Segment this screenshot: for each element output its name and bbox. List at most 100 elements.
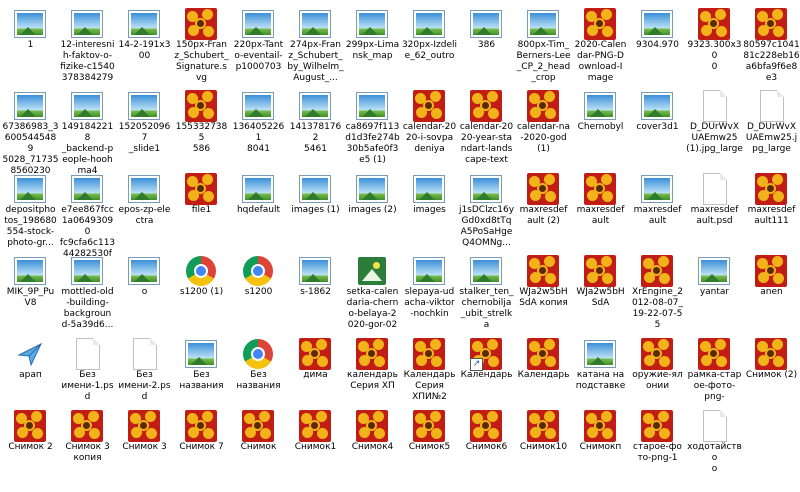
desktop-icon-label: ca8697f113 d1d3fe274b 30b5afe0f3 e5 (1) bbox=[345, 122, 400, 165]
desktop-icon[interactable]: calendar-na -2020-god (1) bbox=[515, 82, 572, 172]
desktop-icon[interactable]: maxresdef ault111 bbox=[743, 165, 800, 255]
desktop-icon[interactable]: 220px-Tant o-eventail- p1000703 bbox=[230, 0, 287, 90]
photo-icon bbox=[356, 173, 388, 205]
photo-icon bbox=[128, 8, 160, 40]
photo-icon bbox=[71, 8, 103, 40]
desktop-icon-label: s1200 bbox=[244, 287, 273, 297]
desktop-icon[interactable]: старое-фо то-png-1 bbox=[629, 402, 686, 492]
desktop-icon[interactable]: mottled-old -building- backgroun d-5a39d… bbox=[59, 247, 116, 337]
photo-icon bbox=[413, 255, 445, 287]
chrome-icon bbox=[242, 338, 274, 370]
flower-icon bbox=[584, 8, 616, 40]
desktop-icon[interactable]: Снимок 2 bbox=[2, 402, 59, 492]
desktop-icon-label: D_DUrWvX UAEmw25.j pg_large bbox=[745, 122, 798, 154]
desktop-icon[interactable]: 1413781762 5461 bbox=[287, 82, 344, 172]
desktop-icon[interactable]: o bbox=[116, 247, 173, 337]
desktop-icon[interactable]: file1 bbox=[173, 165, 230, 255]
desktop-icon[interactable]: slepaya-ud acha-viktor -nochkin bbox=[401, 247, 458, 337]
desktop-icon[interactable]: 320px-Izdeli e_62_outro bbox=[401, 0, 458, 90]
desktop-icon[interactable]: Снимок1 bbox=[287, 402, 344, 492]
desktop-icon[interactable]: 14-2-191x3 00 bbox=[116, 0, 173, 90]
desktop-icon[interactable]: images bbox=[401, 165, 458, 255]
desktop-icon[interactable]: Снимок 7 bbox=[173, 402, 230, 492]
desktop-icon[interactable]: ходотайство о bbox=[686, 402, 743, 492]
desktop-icon-label: 80597c1041 81c228eb16 a6bfa9f6e8 e3 bbox=[743, 40, 800, 83]
desktop-icon[interactable]: XrEngine_2 012-08-07_ 19-22-07-5 5 bbox=[629, 247, 686, 337]
desktop-icon[interactable]: maxresdef ault (2) bbox=[515, 165, 572, 255]
desktop-icon[interactable]: calendar-20 20-i-sovpa deniya bbox=[401, 82, 458, 172]
doc-icon bbox=[698, 90, 730, 122]
desktop-icon[interactable]: s-1862 bbox=[287, 247, 344, 337]
desktop-icon[interactable]: Снимок bbox=[230, 402, 287, 492]
desktop-icon[interactable]: images (1) bbox=[287, 165, 344, 255]
desktop-icon[interactable]: images (2) bbox=[344, 165, 401, 255]
desktop-icon[interactable]: 1553327385 586 bbox=[173, 82, 230, 172]
flower-icon bbox=[584, 255, 616, 287]
desktop-icon[interactable]: setka-calen daria-chern o-belaya-2 020-g… bbox=[344, 247, 401, 337]
desktop-icon[interactable]: 1491842218 _backend-p eople-hooh ma4 bbox=[59, 82, 116, 176]
desktop-icon[interactable]: maxresdef ault bbox=[572, 165, 629, 255]
desktop-icon[interactable]: e7ee867fcc 1a06493090 fc9cfa6c113 442825… bbox=[59, 165, 116, 259]
flower-icon bbox=[413, 410, 445, 442]
photo-icon bbox=[356, 8, 388, 40]
desktop-icon[interactable]: hqdefault bbox=[230, 165, 287, 255]
desktop-icon[interactable]: j1sDClzc16y Gd0xd8tTq A5PoSaHge Q4OMNg..… bbox=[458, 165, 515, 255]
desktop-icon[interactable]: 1 bbox=[2, 0, 59, 90]
desktop-icon[interactable]: Снимок (2) bbox=[743, 330, 800, 420]
desktop-icon[interactable]: anen bbox=[743, 247, 800, 337]
desktop-icon[interactable]: Снимок 3 bbox=[116, 402, 173, 492]
desktop-icon[interactable]: maxresdef ault.psd bbox=[686, 165, 743, 255]
desktop-icon[interactable]: Снимок5 bbox=[401, 402, 458, 492]
desktop-icon-label: 1413781762 5461 bbox=[289, 122, 342, 154]
desktop-icon[interactable]: D_DUrWvX UAEmw25 (1).jpg_large bbox=[686, 82, 743, 172]
desktop-icon-label: 320px-Izdeli e_62_outro bbox=[401, 40, 458, 61]
desktop-icon[interactable]: D_DUrWvX UAEmw25.j pg_large bbox=[743, 82, 800, 172]
desktop-icon[interactable]: 2020-Calen dar-PNG-D ownload-I mage bbox=[572, 0, 629, 90]
desktop-icon[interactable]: 9323.300x30 0 bbox=[686, 0, 743, 90]
desktop-icon[interactable]: s1200 bbox=[230, 247, 287, 337]
desktop-icon-label: Снимок10 bbox=[519, 442, 568, 452]
desktop-icon[interactable]: ca8697f113 d1d3fe274b 30b5afe0f3 e5 (1) bbox=[344, 82, 401, 172]
desktop-icon[interactable]: cover3d1 bbox=[629, 82, 686, 172]
desktop-icon[interactable]: 274px-Fran z_Schubert_ by_Wilhelm_ Augus… bbox=[287, 0, 344, 90]
desktop-icon[interactable]: WJa2w5bH SdA bbox=[572, 247, 629, 337]
desktop-icon-label: calendar-20 20-year-sta ndart-lands cape… bbox=[459, 122, 514, 165]
desktop-icon[interactable]: 1364052261 8041 bbox=[230, 82, 287, 172]
desktop-icon-label: anen bbox=[760, 287, 783, 297]
desktop-icon[interactable]: depositpho tos_198680 554-stock- photo-g… bbox=[2, 165, 59, 255]
desktop-icon-label: Снимок1 bbox=[294, 442, 337, 452]
desktop-icon[interactable]: 67386983_3 6005445489 5028_71735 8560230… bbox=[2, 82, 59, 187]
desktop-icon[interactable]: Chernobyl bbox=[572, 82, 629, 172]
desktop-icon[interactable]: 12-interesni h-faktov-o- fizike-c1540 37… bbox=[59, 0, 116, 90]
desktop-icon[interactable]: Снимокп bbox=[572, 402, 629, 492]
desktop-icon[interactable]: yantar bbox=[686, 247, 743, 337]
desktop-icon[interactable]: WJa2w5bH SdA копия bbox=[515, 247, 572, 337]
desktop-icon[interactable]: maxresdef ault bbox=[629, 165, 686, 255]
desktop-icon-label: Без названия bbox=[179, 370, 224, 391]
desktop-icon[interactable]: 299px-Lima nsk_map bbox=[344, 0, 401, 90]
desktop-icon[interactable]: 800px-Tim_ Berners-Lee _CP_2_head _crop bbox=[515, 0, 572, 90]
desktop-icon[interactable]: s1200 (1) bbox=[173, 247, 230, 337]
photo-icon bbox=[470, 255, 502, 287]
desktop-icon-label: j1sDClzc16y Gd0xd8tTq A5PoSaHge Q4OMNg..… bbox=[458, 205, 515, 248]
photo-icon bbox=[584, 90, 616, 122]
desktop-icon[interactable]: epos-zp-ele ctra bbox=[116, 165, 173, 255]
desktop-icon[interactable]: Снимок 3 копия bbox=[59, 402, 116, 492]
desktop-icon[interactable]: MIK_9P_Pu V8 bbox=[2, 247, 59, 337]
desktop-icon[interactable]: 150px-Fran z_Schubert_ Signature.s vg bbox=[173, 0, 230, 90]
desktop-icon[interactable]: 1520520967 _slide1 bbox=[116, 82, 173, 172]
flower-icon bbox=[299, 410, 331, 442]
desktop-icon-label: Календарь Серия ХПИ№2 bbox=[403, 370, 456, 402]
desktop-icon[interactable]: stalker_ten_ chernobilja _ubit_strelk a bbox=[458, 247, 515, 337]
desktop-icon[interactable]: 386 bbox=[458, 0, 515, 90]
desktop-icon[interactable]: Снимок10 bbox=[515, 402, 572, 492]
desktop-icon[interactable]: Снимок4 bbox=[344, 402, 401, 492]
desktop-icon-label: o bbox=[141, 287, 148, 297]
desktop-icon[interactable]: 9304.970 bbox=[629, 0, 686, 90]
desktop-icon[interactable]: Снимок6 bbox=[458, 402, 515, 492]
flower-icon bbox=[413, 338, 445, 370]
desktop-icon-label: slepaya-ud acha-viktor -nochkin bbox=[404, 287, 455, 319]
desktop-icon[interactable]: 80597c1041 81c228eb16 a6bfa9f6e8 e3 bbox=[743, 0, 800, 90]
photo-icon bbox=[14, 255, 46, 287]
desktop-icon[interactable]: calendar-20 20-year-sta ndart-lands cape… bbox=[458, 82, 515, 172]
